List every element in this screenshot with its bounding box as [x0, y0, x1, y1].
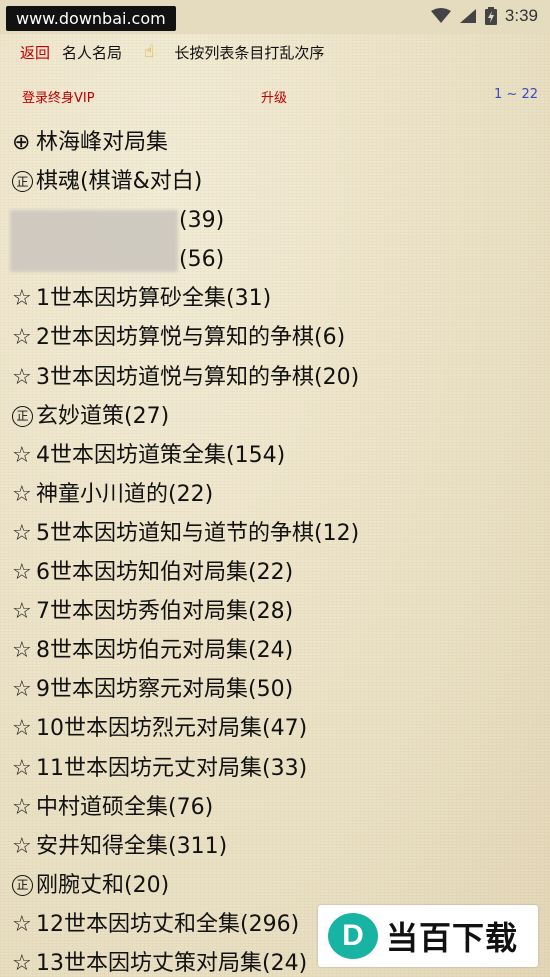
star-icon: ☆ — [12, 755, 32, 781]
signal-icon — [459, 9, 476, 23]
list-item-label: 6世本因坊知伯对局集(22) — [36, 560, 294, 586]
pointing-hand-icon: ☝ — [144, 42, 155, 62]
page-range-indicator[interactable]: 1 ~ 22 — [494, 87, 538, 102]
back-button[interactable]: 返回 — [20, 42, 50, 63]
wifi-icon — [430, 8, 451, 23]
watermark-logo-icon: D — [328, 913, 378, 959]
list-item-label: 3世本因坊道悦与算知的争棋(20) — [36, 364, 360, 390]
list-item[interactable]: ☆ 10世本因坊烈元对局集(47) — [12, 709, 550, 748]
watermark-text: 当百下载 — [386, 919, 519, 957]
list-item-label: 5世本因坊道知与道节的争棋(12) — [36, 520, 360, 546]
star-icon: ☆ — [12, 364, 32, 390]
circled-mark-icon: 正 — [12, 171, 33, 193]
star-icon: ☆ — [12, 481, 32, 507]
list-item[interactable]: ☆ 8世本因坊伯元对局集(24) — [12, 631, 550, 670]
circled-mark-icon: 正 — [12, 405, 33, 427]
star-icon: ☆ — [12, 833, 32, 859]
status-icons: 3:39 — [430, 6, 538, 26]
list-item-label: 9世本因坊察元对局集(50) — [36, 677, 294, 703]
clock-time: 3:39 — [504, 6, 538, 25]
list-item-label: 神童小川道的(22) — [36, 481, 214, 507]
list-item-label: 12世本因坊丈和全集(296) — [36, 911, 300, 937]
list-item-label: 棋魂(棋谱&对白) — [36, 169, 203, 195]
star-icon: ☆ — [12, 716, 32, 742]
star-icon: ☆ — [12, 950, 32, 976]
list-item-label: 刚腕丈和(20) — [36, 872, 170, 898]
list-item[interactable]: ⊕ 林海峰对局集 — [12, 123, 550, 162]
star-icon: ☆ — [12, 325, 32, 351]
list-item[interactable]: 正棋魂(棋谱&对白) — [12, 162, 550, 201]
vip-login-button[interactable]: 登录终身VIP — [22, 87, 95, 106]
list-item-label: 10世本因坊烈元对局集(47) — [36, 716, 308, 742]
list-item[interactable]: ☆ 3世本因坊道悦与算知的争棋(20) — [12, 358, 550, 397]
star-icon: ☆ — [12, 638, 32, 664]
list-item-label: 中村道硕全集(76) — [36, 794, 214, 820]
list-item[interactable]: 正刚腕丈和(20) — [12, 866, 550, 905]
list-item-label: 13世本因坊丈策对局集(24) — [36, 950, 308, 976]
list-item[interactable]: ☆ 中村道硕全集(76) — [12, 788, 550, 827]
battery-icon — [484, 7, 497, 25]
reorder-hint: 长按列表条目打乱次序 — [174, 43, 325, 62]
star-icon: ☆ — [12, 560, 32, 586]
star-icon: ☆ — [12, 677, 32, 703]
action-bar: 登录终身VIP 升级 1 ~ 22 — [0, 70, 550, 120]
bottom-watermark: D 当百下载 — [318, 905, 538, 967]
list-item[interactable]: ☆ 神童小川道的(22) — [12, 475, 550, 514]
list-item-label: 1世本因坊算砂全集(31) — [36, 286, 272, 312]
list-item[interactable]: ☆ 11世本因坊元丈对局集(33) — [12, 749, 550, 788]
list-item-label: 安井知得全集(311) — [36, 833, 228, 859]
list-item[interactable]: ☆ 5世本因坊道知与道节的争棋(12) — [12, 514, 550, 553]
list-item[interactable]: 正玄妙道策(27) — [12, 397, 550, 436]
star-icon: ☆ — [12, 794, 32, 820]
blurred-redaction — [10, 210, 178, 272]
list-item[interactable]: ☆ 2世本因坊算悦与算知的争棋(6) — [12, 318, 550, 357]
circled-mark-icon: 正 — [12, 874, 33, 896]
list-item[interactable]: ☆ 1世本因坊算砂全集(31) — [12, 279, 550, 318]
site-watermark: www.downbai.com — [6, 6, 176, 31]
list-item-label: 林海峰对局集 — [36, 130, 169, 155]
list-item[interactable]: ☆ 安井知得全集(311) — [12, 827, 550, 866]
list-item[interactable]: ☆ 9世本因坊察元对局集(50) — [12, 670, 550, 709]
list-item-label: 4世本因坊道策全集(154) — [36, 442, 286, 468]
upgrade-button[interactable]: 升级 — [261, 87, 287, 106]
star-icon: ☆ — [12, 286, 32, 312]
list-item-label: 11世本因坊元丈对局集(33) — [36, 755, 308, 781]
list-item-label: 7世本因坊秀伯对局集(28) — [36, 599, 294, 625]
top-bar: 返回 名人名局 ☝ 长按列表条目打乱次序 — [0, 34, 550, 70]
list-item[interactable]: ☆ 6世本因坊知伯对局集(22) — [12, 553, 550, 592]
star-icon: ☆ — [12, 520, 32, 546]
status-bar: www.downbai.com 3:39 — [0, 0, 550, 34]
list-item-label: 2世本因坊算悦与算知的争棋(6) — [36, 325, 346, 351]
list-item-label: 8世本因坊伯元对局集(24) — [36, 638, 294, 664]
star-icon: ☆ — [12, 599, 32, 625]
list-item-label: 玄妙道策(27) — [36, 403, 170, 429]
list-item[interactable]: ☆ 4世本因坊道策全集(154) — [12, 436, 550, 475]
list-item[interactable]: ☆ 7世本因坊秀伯对局集(28) — [12, 592, 550, 631]
page-title: 名人名局 — [62, 43, 123, 62]
star-icon: ☆ — [12, 442, 32, 468]
star-icon: ☆ — [12, 911, 32, 937]
circle-plus-icon: ⊕ — [12, 130, 31, 155]
